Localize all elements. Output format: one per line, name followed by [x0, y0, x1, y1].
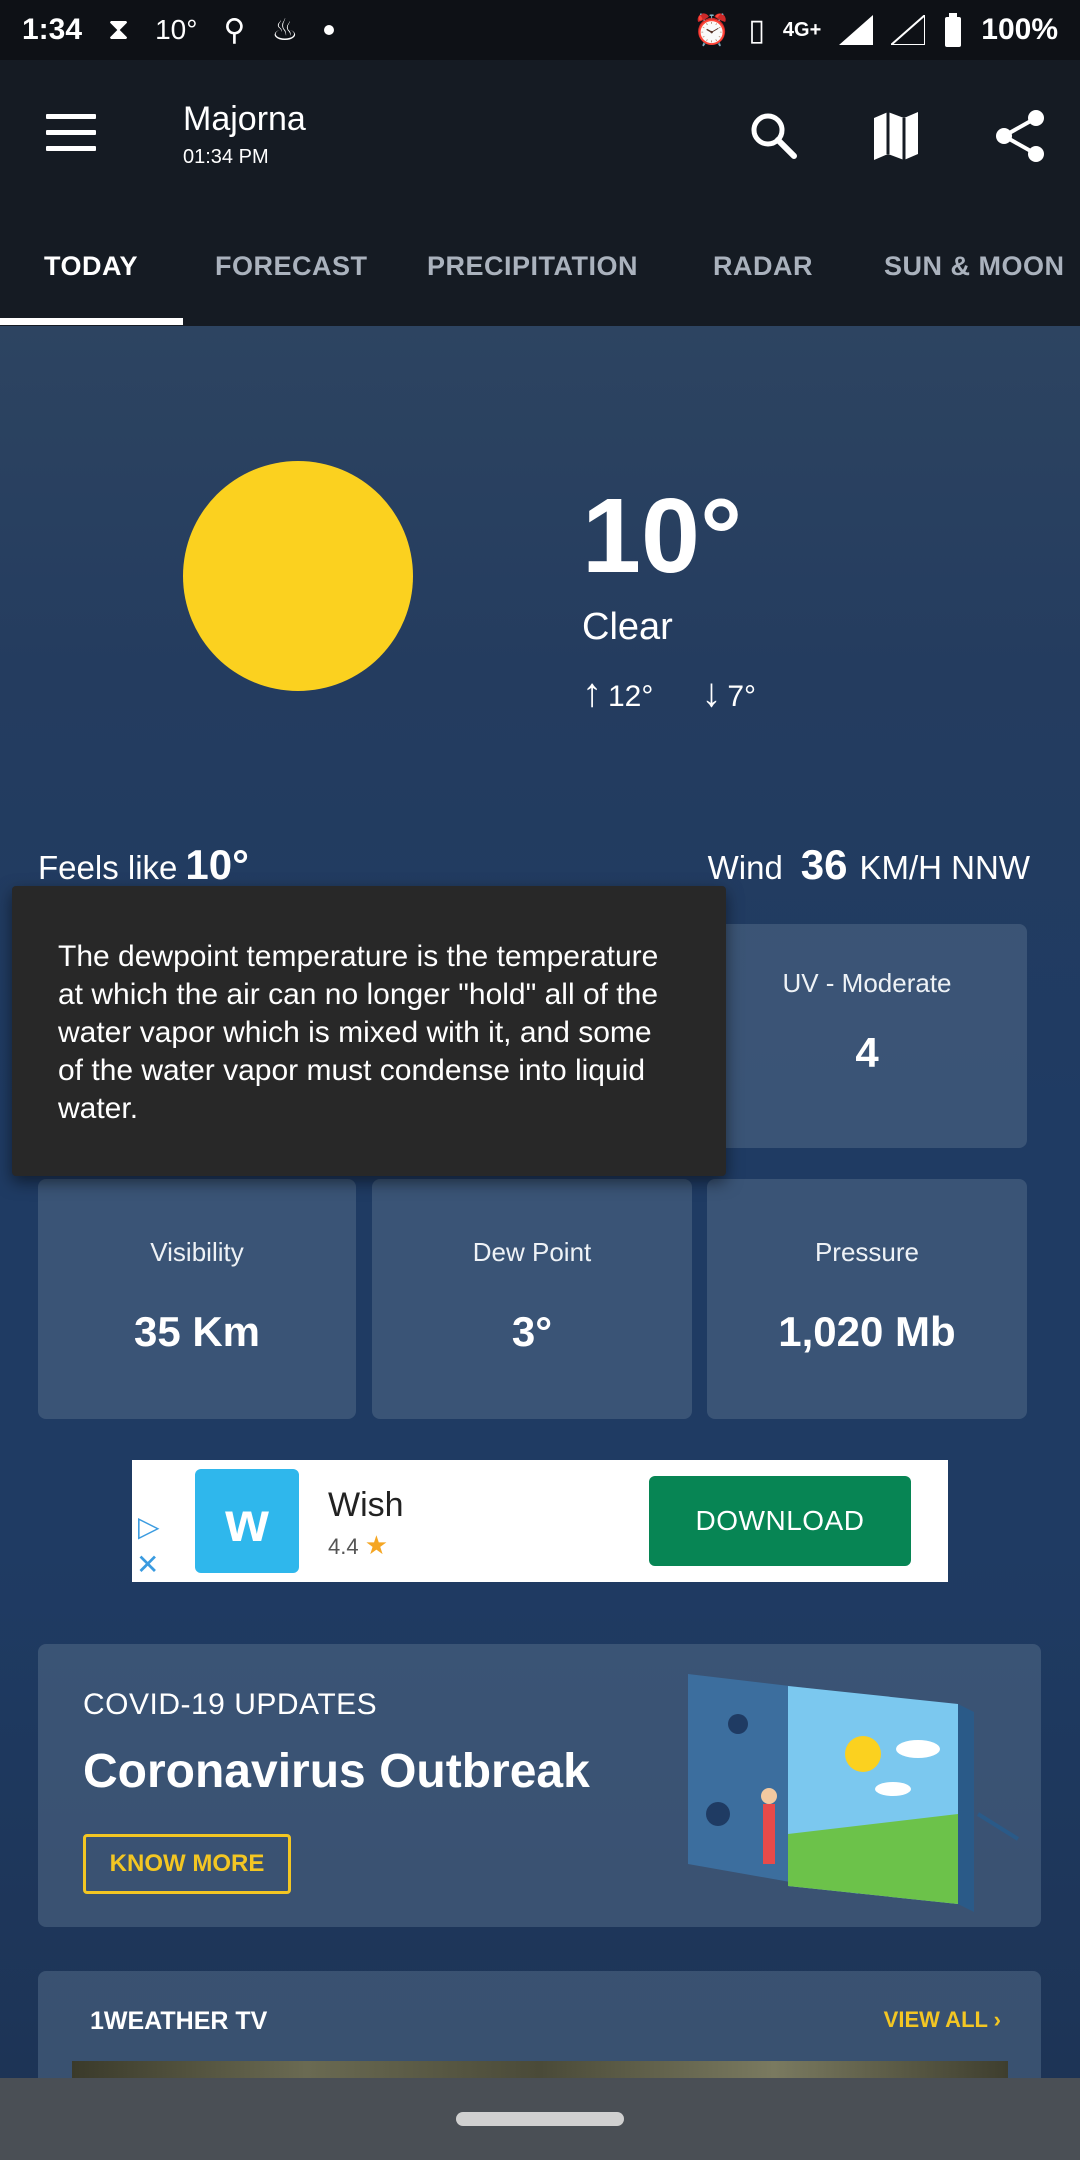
location-name[interactable]: Majorna [183, 100, 306, 139]
weather-condition: Clear [582, 606, 673, 648]
high-low: ↑ 12° ↓ 7° [582, 671, 756, 716]
map-icon[interactable] [866, 106, 926, 166]
covid-title: Coronavirus Outbreak [83, 1745, 590, 1798]
dew-point-value: 3° [511, 1308, 553, 1355]
wish-logo: w [195, 1469, 299, 1573]
location-time: 01:34 PM [183, 146, 269, 168]
arrow-down-icon: ↓ [701, 671, 722, 715]
more-notifications-icon [324, 25, 335, 35]
wind-speed: 36 [800, 841, 848, 888]
card-pressure[interactable]: Pressure 1,020 Mb [707, 1179, 1027, 1419]
network-label: 4G+ [782, 18, 822, 41]
today-panel: 10° Clear ↑ 12° ↓ 7° Feels like 10° Wind 36 K… [0, 326, 1080, 2078]
search-status-icon: ⚲ [223, 13, 246, 47]
active-tab-indicator [0, 318, 183, 325]
video-thumbnail[interactable] [72, 2061, 1008, 2078]
status-temp: 10° [155, 14, 198, 45]
signal-icon [839, 15, 874, 45]
alarm-icon: ⏰ [693, 13, 731, 47]
system-nav-bar [0, 2078, 1080, 2160]
visibility-label: Visibility [150, 1237, 244, 1267]
card-dew-point[interactable]: Dew Point 3° [372, 1179, 692, 1419]
arrow-up-icon: ↑ [582, 671, 602, 715]
uv-label: UV - Moderate [782, 968, 952, 998]
ad-banner[interactable]: ▷ ✕ w Wish 4.4 ★ DOWNLOAD [132, 1460, 948, 1582]
feels-like-value: 10° [185, 841, 249, 888]
tab-forecast[interactable]: FORECAST [215, 251, 368, 282]
tab-sun-moon[interactable]: SUN & MOON [884, 251, 1065, 282]
ad-rating: 4.4 ★ [328, 1530, 388, 1561]
status-bar: 1:34 ⧗ 10° ⚲ ♨ ⏰ ▯ 4G+ 100% [0, 0, 1080, 60]
app-header: Majorna 01:34 PM TODAY FORECAST PRECIPIT… [0, 60, 1080, 326]
weather-tv-section: 1WEATHER TV VIEW ALL › [38, 1971, 1041, 2078]
high-temp-group: ↑ 12° [582, 671, 653, 716]
chevron-right-icon: › [993, 2007, 1001, 2032]
dew-point-tooltip: The dewpoint temperature is the temperat… [12, 886, 726, 1176]
card-visibility[interactable]: Visibility 35 Km [38, 1179, 356, 1419]
dew-point-label: Dew Point [472, 1237, 592, 1267]
wind-unit: KM/H NNW [859, 849, 1030, 886]
visibility-value: 35 Km [133, 1308, 261, 1355]
low-temp: 7° [727, 680, 757, 713]
hourglass-icon: ⧗ [108, 13, 130, 46]
share-icon[interactable] [990, 106, 1050, 166]
sun-icon [183, 461, 413, 691]
tab-precipitation[interactable]: PRECIPITATION [427, 251, 638, 282]
vibrate-icon: ▯ [748, 13, 765, 47]
tab-today[interactable]: TODAY [44, 251, 138, 282]
tv-title: 1WEATHER TV [90, 2007, 268, 2035]
view-all-label: VIEW ALL [883, 2007, 988, 2032]
current-temperature: 10° [582, 477, 743, 595]
ad-app-name: Wish [328, 1486, 404, 1524]
covid-eyebrow: COVID-19 UPDATES [83, 1688, 378, 1721]
covid-illustration [688, 1674, 1020, 1912]
feels-like: Feels like 10° [38, 841, 249, 889]
download-button[interactable]: DOWNLOAD [649, 1476, 911, 1566]
wind: Wind 36 KM/H NNW [708, 841, 1030, 889]
card-uv[interactable]: UV - Moderate 4 [707, 924, 1027, 1148]
pressure-value: 1,020 Mb [778, 1308, 956, 1355]
menu-icon[interactable] [46, 114, 96, 154]
feels-like-label: Feels like [38, 849, 178, 886]
battery-level: 100% [981, 13, 1058, 46]
uv-value: 4 [855, 1029, 879, 1076]
home-handle[interactable] [456, 2112, 624, 2126]
search-icon[interactable] [744, 106, 804, 166]
high-temp: 12° [608, 680, 654, 713]
view-all-link[interactable]: VIEW ALL › [884, 2007, 1001, 2033]
status-time: 1:34 [22, 13, 83, 46]
signal-empty-icon [891, 15, 926, 45]
battery-icon [945, 13, 962, 47]
ad-rating-value: 4.4 [328, 1534, 359, 1559]
wind-label: Wind [707, 849, 783, 886]
tab-bar: TODAY FORECAST PRECIPITATION RADAR SUN &… [0, 205, 1080, 326]
know-more-button[interactable]: KNOW MORE [83, 1834, 291, 1894]
low-temp-group: ↓ 7° [701, 671, 756, 716]
close-icon[interactable]: ✕ [136, 1548, 159, 1581]
tab-radar[interactable]: RADAR [713, 251, 813, 282]
notification-icon: ♨ [271, 13, 299, 47]
ad-choices-icon[interactable]: ▷ [138, 1510, 160, 1543]
pressure-label: Pressure [814, 1237, 920, 1267]
covid-card[interactable]: COVID-19 UPDATES Coronavirus Outbreak KN… [38, 1644, 1041, 1927]
star-icon: ★ [364, 1530, 389, 1560]
